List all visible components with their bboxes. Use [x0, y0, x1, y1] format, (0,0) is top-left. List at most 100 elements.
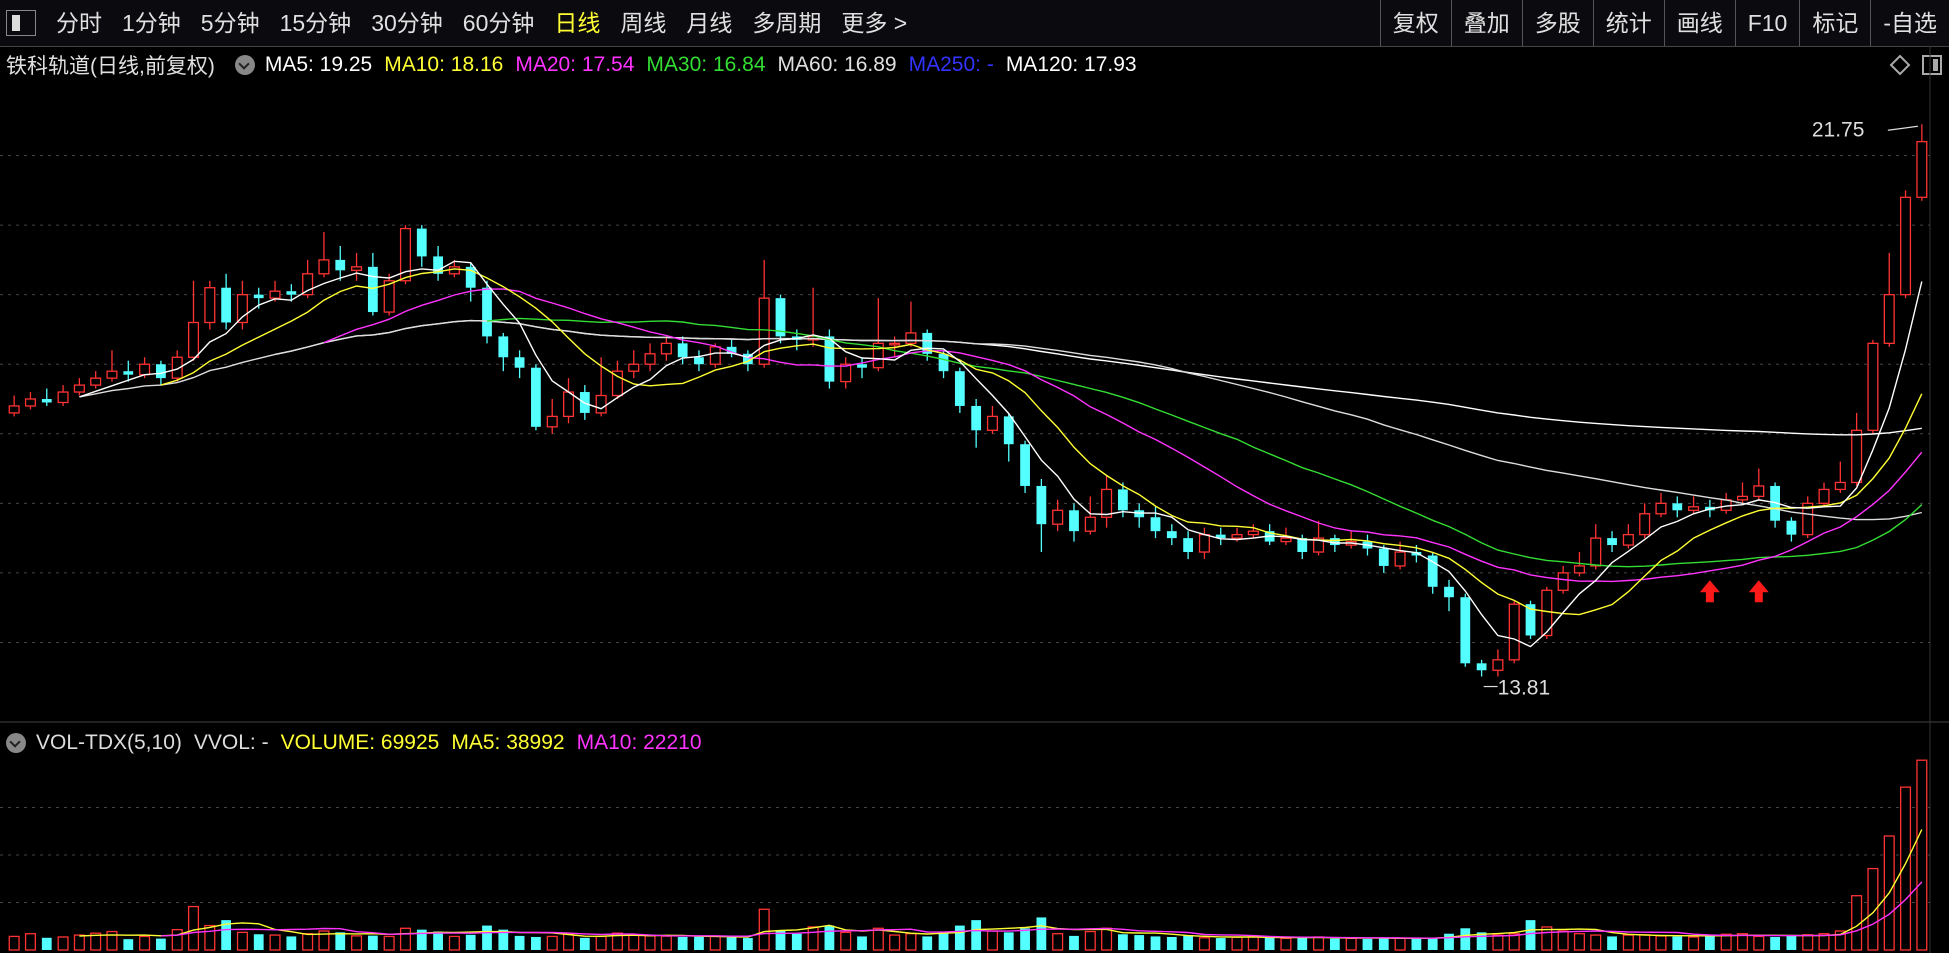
- candle-body: [1883, 294, 1895, 345]
- volume-bar: [824, 925, 835, 950]
- volume-bar: [677, 936, 688, 950]
- candle-body: [1557, 572, 1569, 591]
- candle-body: [204, 287, 216, 324]
- candle-body: [1444, 586, 1454, 598]
- volume-bar: [562, 933, 575, 951]
- candle-body: [1753, 485, 1765, 498]
- volume-bar: [367, 935, 378, 950]
- volume-bar: [1720, 933, 1732, 951]
- volume-bar: [269, 934, 281, 951]
- volume-bar: [1704, 935, 1715, 950]
- volume-bar: [1607, 936, 1617, 950]
- candle-body: [857, 364, 867, 368]
- volume-bar: [1688, 936, 1700, 951]
- candle-body: [1476, 663, 1487, 671]
- volume-bar: [1036, 917, 1047, 950]
- volume-bar: [24, 933, 36, 951]
- candle-body: [1231, 533, 1243, 539]
- candle-body: [123, 371, 134, 375]
- volume-bar: [399, 927, 412, 951]
- volume-bar: [1297, 937, 1308, 950]
- volume-bar: [840, 931, 852, 951]
- candle-body: [1166, 531, 1177, 539]
- volume-bar: [253, 934, 264, 950]
- volume-bar: [791, 933, 802, 950]
- ma5-line: [79, 260, 1923, 648]
- ma120-line: [274, 319, 1922, 436]
- candle-body: [954, 371, 965, 406]
- volume-bar: [1313, 936, 1325, 951]
- candle-body: [1867, 342, 1879, 431]
- volume-bar: [236, 931, 248, 951]
- volume-bar: [1215, 938, 1226, 950]
- volume-bar: [1003, 932, 1014, 950]
- candle-body: [1900, 196, 1912, 296]
- candle-body: [221, 287, 232, 323]
- candle-body: [236, 294, 248, 324]
- volume-bar: [954, 925, 965, 950]
- candle-body: [253, 294, 264, 299]
- candle-body: [57, 391, 69, 404]
- volume-bar: [1378, 937, 1389, 950]
- volume-bar: [872, 927, 884, 951]
- candle-body: [1508, 603, 1520, 661]
- kline-chart: 21.75 13.81: [0, 46, 1949, 953]
- volume-bar: [139, 935, 151, 951]
- ma10-line: [160, 268, 1923, 616]
- candle-body: [889, 342, 901, 346]
- volume-bar: [1020, 928, 1030, 950]
- high-arrow: [1887, 125, 1918, 131]
- vol-ma5-line: [79, 829, 1923, 939]
- candle-body: [1020, 444, 1030, 486]
- candle-body: [367, 266, 378, 313]
- volume-bar: [1590, 934, 1602, 951]
- volume-bar: [1345, 937, 1357, 951]
- candle-body: [8, 405, 20, 414]
- volume-bar: [302, 933, 314, 951]
- volume-bar: [73, 934, 85, 951]
- candle-body: [971, 405, 982, 431]
- candle-body: [1736, 495, 1749, 501]
- red-up-arrow-icon: [1699, 580, 1720, 603]
- candle-body: [628, 363, 640, 372]
- volume-bar: [1573, 933, 1585, 951]
- candle-body: [24, 398, 36, 407]
- candle-body: [1280, 537, 1292, 543]
- candle-body: [318, 259, 330, 275]
- candle-body: [106, 370, 118, 379]
- volume-bar: [546, 935, 558, 951]
- high-annotation: 21.75: [1812, 118, 1865, 141]
- volume-bar: [1052, 933, 1064, 951]
- candle-body: [1052, 509, 1064, 525]
- candle-body: [1622, 533, 1634, 546]
- candle-body: [482, 287, 492, 337]
- volume-bar: [156, 938, 166, 950]
- volume-bar: [1411, 938, 1422, 950]
- volume-bar: [644, 935, 656, 951]
- candle-body: [139, 363, 151, 376]
- volume-bar: [726, 937, 737, 950]
- volume-bar: [8, 935, 20, 951]
- candle-body: [498, 336, 509, 358]
- candle-body: [269, 290, 281, 299]
- volume-bar: [1786, 935, 1797, 950]
- candle-body: [1198, 533, 1210, 553]
- candle-body: [1573, 565, 1585, 574]
- volume-bar: [1916, 759, 1928, 951]
- candle-body: [1639, 513, 1651, 536]
- candle-body: [694, 357, 704, 365]
- volume-bar: [1427, 938, 1438, 950]
- volume-bar: [1362, 938, 1373, 950]
- candle-body: [986, 415, 998, 431]
- candle-body: [660, 342, 672, 355]
- candle-body: [1084, 516, 1096, 532]
- volume-bar: [57, 936, 69, 951]
- volume-bar: [351, 935, 363, 951]
- volume-bar: [595, 935, 607, 951]
- volume-bar: [857, 936, 867, 950]
- volume-bar: [807, 926, 819, 951]
- candle-body: [1329, 538, 1340, 546]
- candle-body: [1247, 530, 1259, 536]
- volume-bar: [383, 935, 395, 951]
- candle-body: [1118, 489, 1128, 511]
